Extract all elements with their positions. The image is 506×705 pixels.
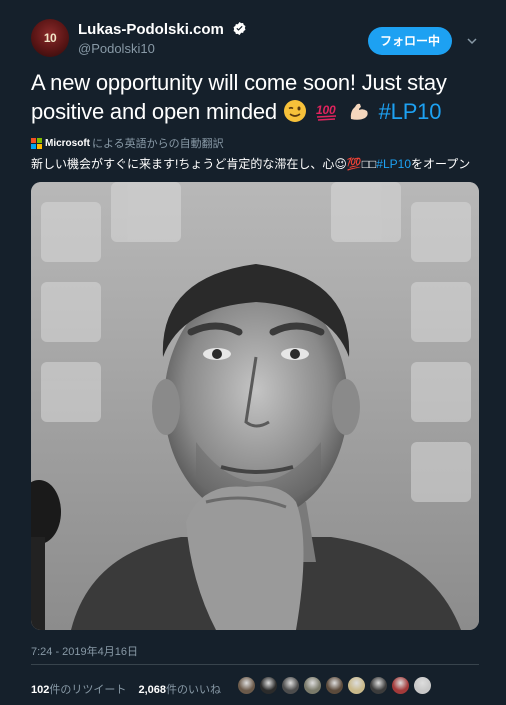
translated-text-suffix: をオープン	[411, 157, 471, 171]
liker-avatar[interactable]	[413, 676, 432, 695]
hundred-points-emoji-icon: 100	[316, 103, 336, 121]
liker-avatar[interactable]	[347, 676, 366, 695]
liker-avatar[interactable]	[281, 676, 300, 695]
verified-badge-icon	[233, 21, 246, 36]
translation-attribution[interactable]: Microsoft による英語からの自動翻訳	[31, 135, 224, 151]
engagement-stats: 102件のリツイート 2,068件のいいね	[31, 681, 221, 697]
tweet-text-line2: positive and open minded 100 #LP10	[31, 97, 486, 126]
retweets-label: 件のリツイート	[49, 684, 127, 696]
translated-tweet-text: 新しい機会がすぐに来ます!ちょうど肯定的な滞在し、心😉💯□□#LP10をオープン	[31, 155, 486, 172]
tweet-card: 10 Lukas-Podolski.com @Podolski10 フォロー中 …	[0, 0, 506, 705]
chevron-down-icon[interactable]	[467, 36, 477, 46]
svg-text:100: 100	[316, 103, 336, 117]
winking-face-emoji-icon	[283, 100, 306, 122]
retweets-link[interactable]: 102件のリツイート	[31, 684, 126, 696]
translation-attribution-text: による英語からの自動翻訳	[92, 138, 224, 150]
author-handle[interactable]: @Podolski10	[78, 41, 155, 56]
translated-hashtag-link[interactable]: #LP10	[376, 157, 411, 171]
tweet-timestamp[interactable]: 7:24 - 2019年4月16日	[31, 643, 138, 659]
author-display-name[interactable]: Lukas-Podolski.com	[78, 21, 247, 38]
microsoft-logo-icon	[31, 137, 42, 149]
avatar-number: 10	[43, 31, 57, 45]
author-avatar[interactable]: 10	[31, 19, 69, 57]
liker-avatar[interactable]	[325, 676, 344, 695]
likes-count: 2,068	[138, 684, 167, 696]
flexed-biceps-emoji-icon	[350, 103, 368, 120]
tweet-text: A new opportunity will come soon! Just s…	[31, 68, 486, 126]
likes-link[interactable]: 2,068件のいいね	[138, 684, 221, 696]
divider	[31, 664, 479, 665]
liker-avatar[interactable]	[369, 676, 388, 695]
liker-avatar[interactable]	[303, 676, 322, 695]
translation-provider: Microsoft	[45, 137, 90, 149]
tweet-text-line1: A new opportunity will come soon! Just s…	[31, 70, 447, 95]
translated-text-prefix: 新しい機会がすぐに来ます!ちょうど肯定的な滞在し、心	[31, 157, 335, 171]
display-name-text: Lukas-Podolski.com	[78, 21, 224, 38]
tweet-photo[interactable]	[31, 182, 479, 630]
following-button[interactable]: フォロー中	[368, 27, 452, 55]
translated-text-boxes: □□	[361, 157, 377, 171]
liker-avatar[interactable]	[259, 676, 278, 695]
tweet-hashtag-link[interactable]: #LP10	[379, 99, 442, 124]
translated-text-emoji: 😉💯	[334, 157, 362, 171]
liker-avatar[interactable]	[391, 676, 410, 695]
likes-label: 件のいいね	[166, 684, 222, 696]
photo-image	[31, 182, 479, 630]
liker-avatar[interactable]	[237, 676, 256, 695]
liker-avatars	[237, 676, 435, 695]
retweets-count: 102	[31, 684, 50, 696]
tweet-text-line2-prefix: positive and open minded	[31, 99, 277, 124]
